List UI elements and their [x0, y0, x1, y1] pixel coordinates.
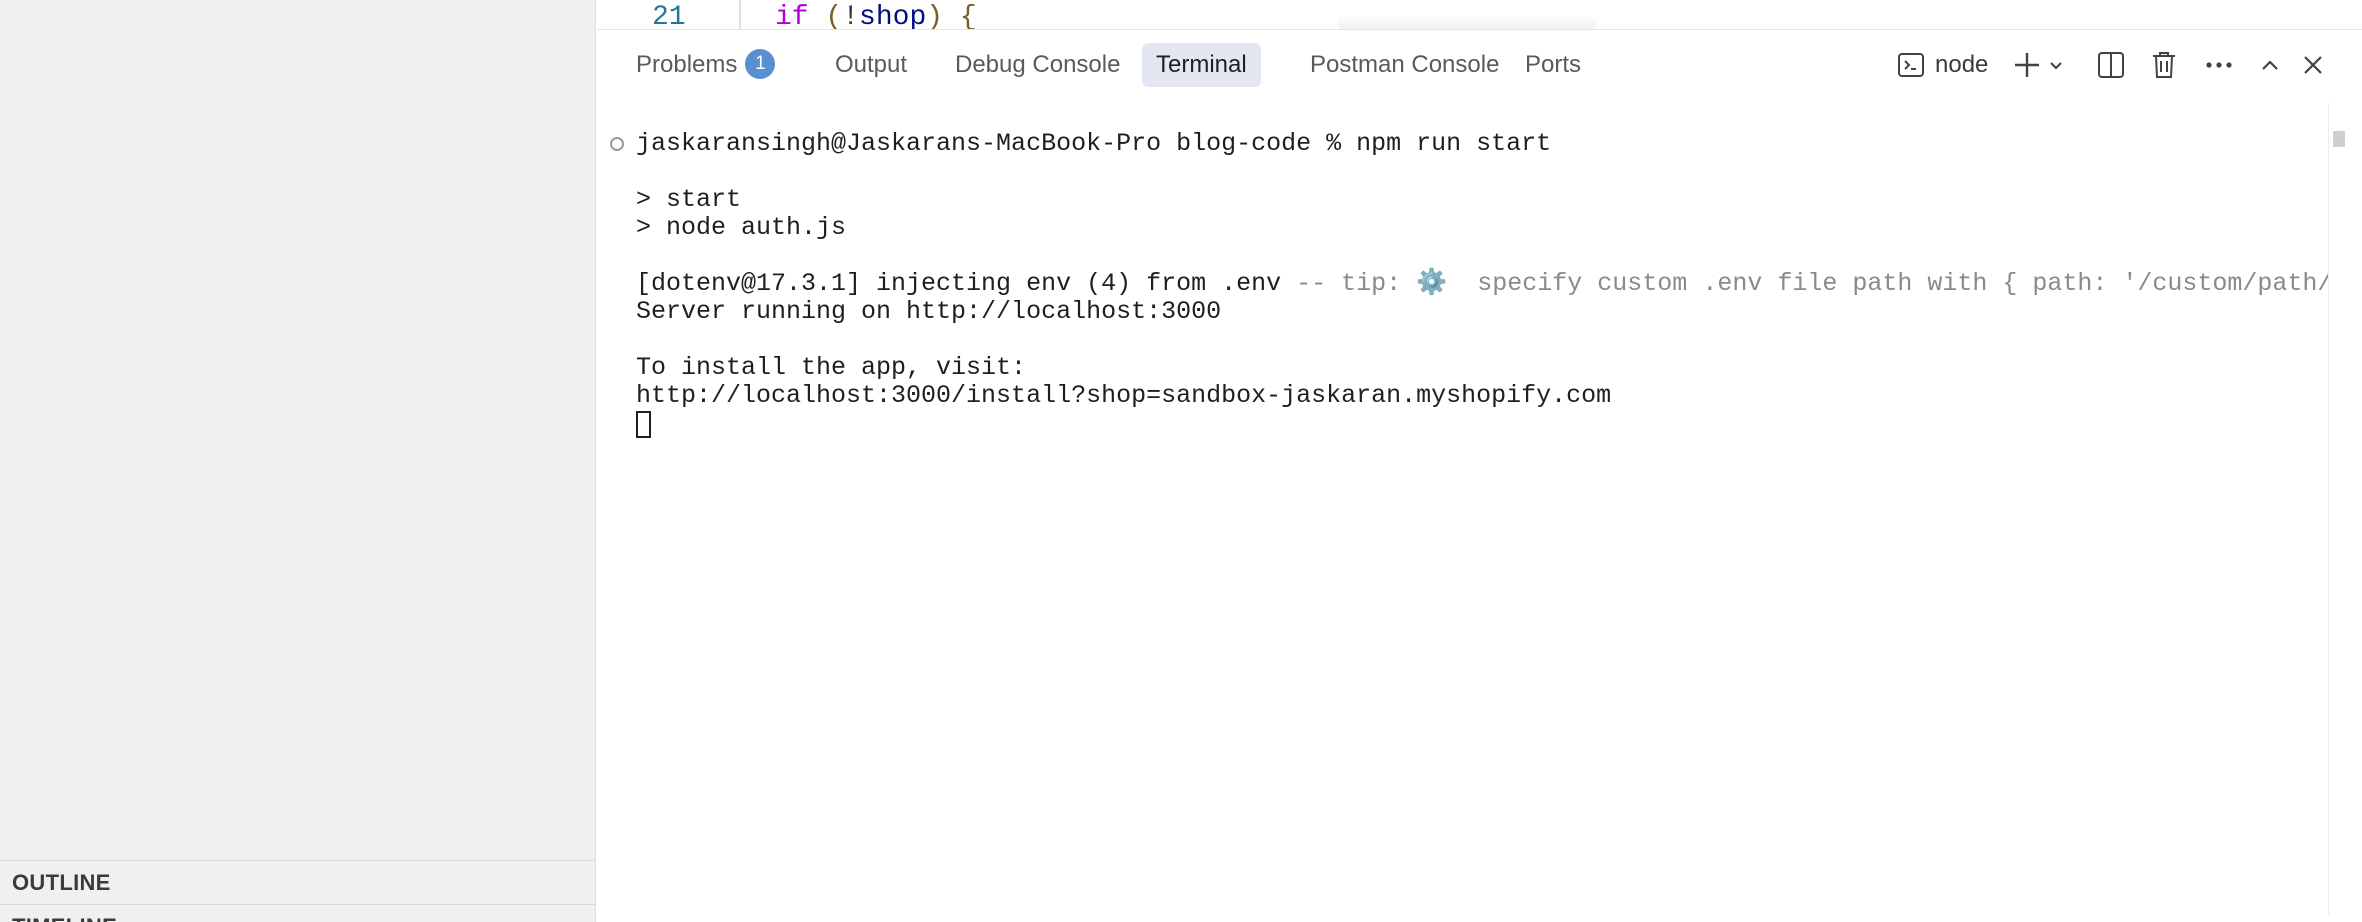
close-icon — [2304, 56, 2322, 74]
terminal-output[interactable]: jaskaransingh@Jaskarans-MacBook-Pro blog… — [597, 103, 2362, 922]
editor-area[interactable]: 21 if (!shop) { — [597, 0, 2362, 30]
more-actions-button[interactable] — [2205, 43, 2233, 87]
terminal-name: node — [1935, 51, 1989, 78]
command-decoration-icon[interactable] — [610, 137, 624, 151]
line-number: 21 — [652, 2, 686, 30]
sidebar-section-timeline[interactable]: TIMELINE — [0, 904, 596, 922]
sticky-scroll-shadow — [1337, 14, 1597, 29]
terminal-cursor — [636, 411, 651, 438]
ellipsis-icon — [2206, 62, 2232, 68]
terminal-line: > node auth.js — [636, 213, 847, 242]
new-terminal-button[interactable] — [2012, 43, 2064, 87]
terminal-line: [dotenv@17.3.1] injecting env (4) from .… — [636, 270, 2362, 298]
scrollbar-marker — [2333, 131, 2345, 147]
plus-icon — [2015, 53, 2039, 77]
sidebar-section-outline[interactable]: OUTLINE — [0, 860, 596, 904]
sidebar: OUTLINE TIMELINE — [0, 0, 596, 922]
terminal-line: > start — [636, 185, 742, 214]
code-open-paren: ( — [808, 2, 843, 30]
terminal-scrollbar[interactable] — [2328, 103, 2362, 915]
code-keyword: if — [775, 2, 809, 30]
maximize-panel-button[interactable] — [2260, 43, 2280, 87]
terminal-line: jaskaransingh@Jaskarans-MacBook-Pro blog… — [636, 129, 1552, 158]
split-terminal-button[interactable] — [2097, 43, 2125, 87]
code-identifier: shop — [859, 2, 927, 30]
kill-terminal-button[interactable] — [2151, 43, 2177, 87]
code-not-operator: ! — [842, 2, 860, 30]
code-line[interactable]: if (!shop) { — [775, 2, 977, 30]
terminal-selector[interactable]: node — [1897, 43, 1988, 87]
split-icon — [2098, 52, 2124, 78]
chevron-down-icon[interactable] — [2048, 59, 2064, 71]
code-close-paren: ) { — [926, 2, 977, 30]
terminal-icon — [1898, 53, 1924, 77]
terminal-line: http://localhost:3000/install?shop=sandb… — [636, 381, 1612, 410]
chevron-up-icon — [2262, 60, 2278, 70]
terminal-line: To install the app, visit: — [636, 353, 1027, 382]
bottom-panel: Problems 1 Output Debug Console Terminal … — [597, 31, 2362, 922]
trash-icon — [2153, 52, 2175, 78]
dotenv-tip: -- tip: ⚙️ specify custom .env file path… — [1296, 269, 2362, 298]
panel-actions: node — [597, 43, 2362, 87]
close-panel-button[interactable] — [2302, 43, 2324, 87]
terminal-line: Server running on http://localhost:3000 — [636, 297, 1222, 326]
gutter-divider — [739, 0, 741, 29]
panel-tab-bar: Problems 1 Output Debug Console Terminal … — [597, 31, 2362, 103]
dotenv-message: [dotenv@17.3.1] injecting env (4) from .… — [636, 269, 1282, 298]
